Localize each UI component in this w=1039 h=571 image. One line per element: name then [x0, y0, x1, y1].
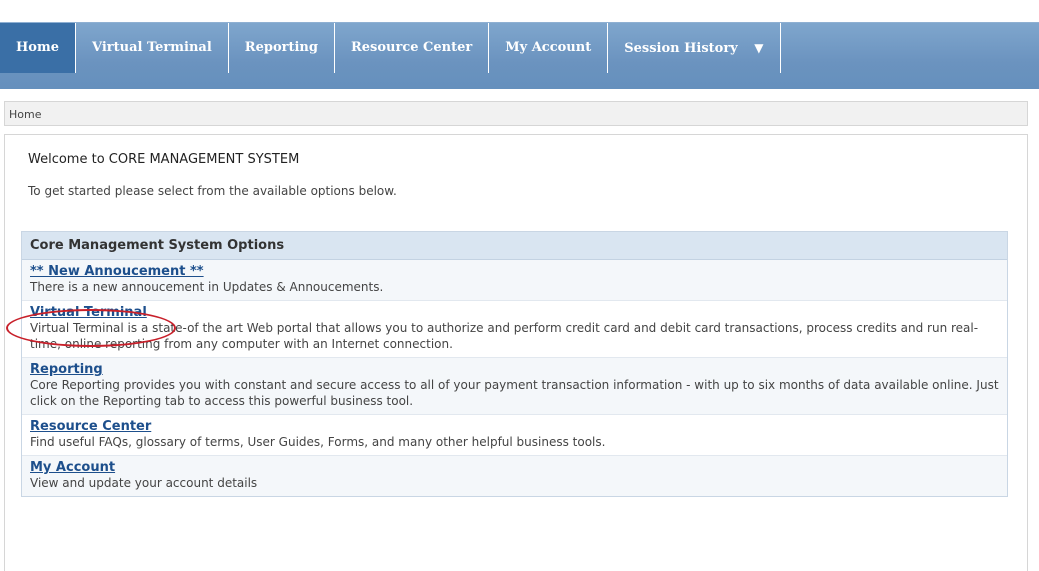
breadcrumb-home[interactable]: Home [9, 108, 41, 121]
option-my-account: My Account View and update your account … [22, 456, 1007, 496]
option-description: Virtual Terminal is a state-of the art W… [30, 321, 979, 351]
tab-home[interactable]: Home [0, 23, 76, 73]
new-announcement-link[interactable]: ** New Annoucement ** [30, 264, 204, 279]
option-description: There is a new annoucement in Updates & … [30, 280, 384, 294]
option-description: Core Reporting provides you with constan… [30, 378, 999, 408]
virtual-terminal-link[interactable]: Virtual Terminal [30, 305, 147, 320]
options-list: ** New Annoucement ** There is a new ann… [22, 260, 1007, 496]
page: Home Virtual Terminal Reporting Resource… [0, 0, 1039, 571]
tab-home-label: Home [16, 40, 59, 55]
tab-virtual-terminal[interactable]: Virtual Terminal [76, 23, 229, 73]
page-subtitle: To get started please select from the av… [28, 184, 397, 198]
option-reporting: Reporting Core Reporting provides you wi… [22, 358, 1007, 415]
top-navigation: Home Virtual Terminal Reporting Resource… [0, 22, 1039, 89]
tab-reporting-label: Reporting [244, 40, 318, 55]
tab-my-account[interactable]: My Account [489, 23, 609, 73]
tab-my-account-label: My Account [505, 40, 592, 55]
breadcrumb: Home [4, 101, 1028, 126]
options-panel: Core Management System Options ** New An… [21, 231, 1008, 497]
tab-session-history-label: Session History [624, 41, 738, 56]
tab-resource-center[interactable]: Resource Center [335, 23, 490, 73]
resource-center-link[interactable]: Resource Center [30, 419, 151, 434]
nav-tabs: Home Virtual Terminal Reporting Resource… [0, 23, 781, 73]
tab-resource-center-label: Resource Center [350, 40, 473, 55]
main-content: Welcome to CORE MANAGEMENT SYSTEM To get… [4, 134, 1028, 571]
reporting-link[interactable]: Reporting [30, 362, 103, 377]
option-new-announcement: ** New Annoucement ** There is a new ann… [22, 260, 1007, 301]
options-header: Core Management System Options [22, 232, 1007, 260]
tab-virtual-terminal-label: Virtual Terminal [91, 40, 212, 55]
chevron-down-icon[interactable]: ▼ [754, 23, 763, 73]
option-resource-center: Resource Center Find useful FAQs, glossa… [22, 415, 1007, 456]
page-title: Welcome to CORE MANAGEMENT SYSTEM [28, 152, 300, 167]
tab-reporting[interactable]: Reporting [229, 23, 335, 73]
my-account-link[interactable]: My Account [30, 460, 115, 475]
option-virtual-terminal: Virtual Terminal Virtual Terminal is a s… [22, 301, 1007, 358]
tab-session-history[interactable]: Session History ▼ [608, 23, 781, 73]
option-description: View and update your account details [30, 476, 258, 490]
option-description: Find useful FAQs, glossary of terms, Use… [30, 435, 606, 449]
